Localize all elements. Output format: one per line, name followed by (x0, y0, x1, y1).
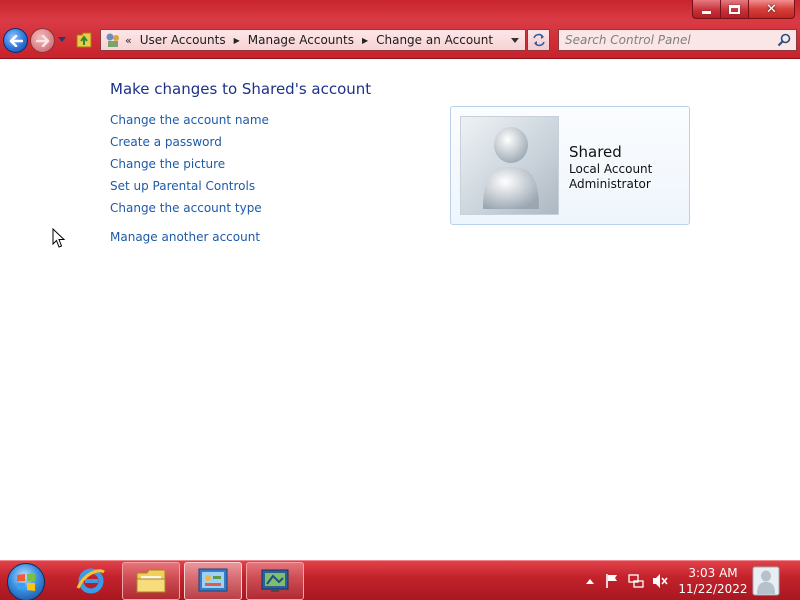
up-folder-icon[interactable] (76, 31, 92, 48)
control-panel-icon (198, 568, 228, 592)
taskbar-windows-explorer[interactable] (122, 562, 180, 600)
search-icon[interactable] (777, 33, 791, 47)
network-icon (628, 574, 644, 588)
taskbar-control-panel[interactable] (184, 562, 242, 600)
volume-button[interactable] (652, 573, 668, 589)
account-type: Local Account (569, 162, 653, 176)
manage-another-account-link[interactable]: Manage another account (110, 230, 260, 244)
close-icon: ✕ (766, 1, 777, 17)
forward-arrow-icon (35, 34, 49, 47)
control-panel-icon (106, 33, 119, 47)
account-role: Administrator (569, 177, 651, 191)
network-button[interactable] (628, 573, 644, 589)
action-center-button[interactable] (604, 573, 620, 589)
flag-icon (606, 574, 617, 588)
windows-logo-icon (17, 573, 35, 591)
taskbar-internet-explorer[interactable] (62, 562, 120, 600)
clock[interactable]: 3:03 AM 11/22/2022 (678, 565, 748, 597)
user-tile-button[interactable] (748, 561, 784, 600)
refresh-button[interactable] (527, 29, 550, 51)
back-arrow-icon (9, 34, 23, 47)
minimize-icon (702, 11, 711, 14)
taskbar-remote-app[interactable] (246, 562, 304, 600)
address-bar[interactable]: « User Accounts ▶ Manage Accounts ▶ Chan… (100, 29, 526, 51)
folder-icon (136, 569, 166, 593)
back-button[interactable] (3, 28, 28, 53)
recent-pages-dropdown[interactable] (58, 37, 66, 42)
window-frame: ✕ « User Accounts ▶ Manage Accounts ▶ Ch… (0, 0, 800, 59)
change-account-type-link[interactable]: Change the account type (110, 201, 262, 215)
close-button[interactable]: ✕ (748, 0, 795, 19)
mouse-cursor-icon (52, 228, 66, 248)
breadcrumb-overflow[interactable]: « (125, 34, 132, 47)
taskbar: 3:03 AM 11/22/2022 (0, 560, 800, 600)
address-history-dropdown[interactable] (511, 38, 519, 43)
search-box (558, 29, 797, 51)
monitor-app-icon (261, 569, 289, 592)
breadcrumb-user-accounts[interactable]: User Accounts (140, 33, 226, 47)
show-hidden-icons-button[interactable] (582, 573, 598, 589)
breadcrumb-separator-icon[interactable]: ▶ (362, 36, 368, 45)
internet-explorer-icon (76, 568, 105, 594)
breadcrumb-change-account[interactable]: Change an Account (376, 33, 493, 47)
create-password-link[interactable]: Create a password (110, 135, 222, 149)
search-input[interactable] (559, 33, 769, 47)
maximize-icon (729, 4, 740, 14)
maximize-button[interactable] (720, 0, 748, 19)
change-picture-link[interactable]: Change the picture (110, 157, 225, 171)
start-button[interactable] (7, 563, 45, 600)
user-silhouette-icon (483, 127, 539, 209)
clock-time: 3:03 AM (688, 566, 738, 580)
account-picture (460, 116, 559, 215)
clock-date: 11/22/2022 (678, 582, 748, 596)
user-avatar-icon (752, 566, 780, 596)
page-title: Make changes to Shared's account (110, 80, 372, 98)
caption-buttons: ✕ (692, 0, 795, 20)
breadcrumb-separator-icon[interactable]: ▶ (234, 36, 240, 45)
breadcrumb-manage-accounts[interactable]: Manage Accounts (248, 33, 354, 47)
refresh-icon (532, 33, 545, 47)
change-account-name-link[interactable]: Change the account name (110, 113, 269, 127)
account-card: Shared Local Account Administrator (450, 106, 690, 225)
forward-button[interactable] (30, 28, 55, 53)
account-name: Shared (569, 143, 622, 161)
speaker-muted-icon (653, 574, 668, 588)
parental-controls-link[interactable]: Set up Parental Controls (110, 179, 255, 193)
chevron-up-icon (586, 579, 594, 584)
minimize-button[interactable] (692, 0, 720, 19)
